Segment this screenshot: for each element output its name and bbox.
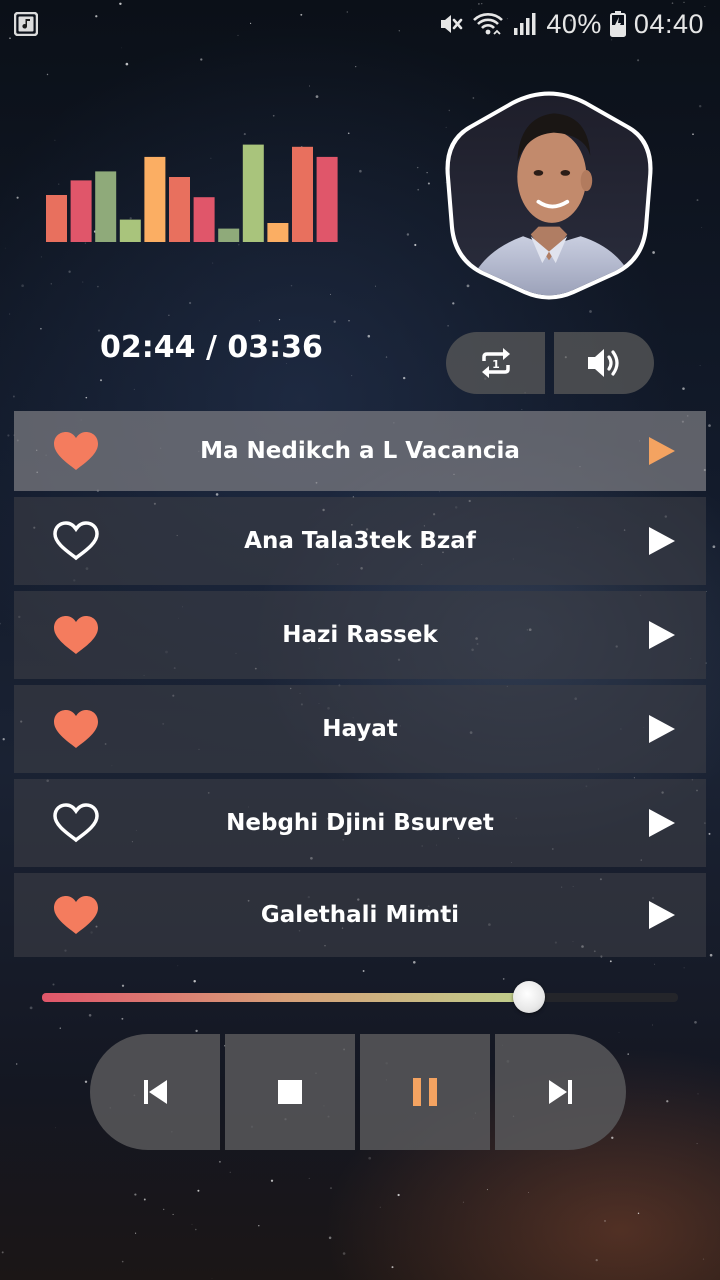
equalizer-bar — [144, 156, 166, 242]
play-icon[interactable] — [648, 808, 676, 838]
status-icons: 40% 04:40 — [438, 8, 704, 40]
equalizer-bar — [119, 219, 141, 242]
heart-filled-icon[interactable] — [52, 615, 100, 655]
song-title: Galethali Mimti — [260, 902, 460, 928]
playlist-item[interactable]: Galethali Mimti — [14, 873, 706, 957]
wifi-icon — [473, 13, 504, 35]
equalizer-bar — [70, 180, 92, 242]
equalizer-bar — [316, 156, 338, 242]
battery-percentage: 40% — [546, 8, 602, 39]
equalizer-bar — [169, 177, 190, 242]
battery-charging-icon — [609, 11, 626, 37]
equalizer-bar — [242, 144, 264, 242]
playlist-item[interactable]: Hayat — [14, 685, 706, 773]
playlist-item[interactable]: Nebghi Djini Bsurvet — [14, 779, 706, 867]
stop-icon — [278, 1080, 302, 1104]
progress-thumb[interactable] — [513, 981, 546, 1013]
previous-icon — [144, 1080, 167, 1104]
pause-button[interactable] — [360, 1034, 490, 1150]
playlist-item[interactable]: Ana Tala3tek Bzaf — [14, 497, 706, 585]
heart-filled-icon[interactable] — [52, 431, 100, 471]
time-display: 02:44 / 03:36 — [100, 330, 323, 365]
song-title: Ma Nedikch a L Vacancia — [200, 438, 520, 464]
playlist-item[interactable]: Ma Nedikch a L Vacancia — [14, 411, 706, 491]
equalizer-visualizer — [46, 144, 338, 242]
heart-outline-icon[interactable] — [52, 521, 100, 561]
equalizer-bar — [267, 223, 289, 242]
music-note-icon — [14, 12, 38, 36]
signal-icon — [514, 13, 536, 35]
heart-outline-icon[interactable] — [52, 803, 100, 843]
equalizer-bar — [95, 171, 117, 242]
status-bar: 40% 04:40 — [0, 0, 720, 48]
volume-button[interactable] — [554, 332, 654, 394]
play-icon[interactable] — [648, 900, 676, 930]
heart-filled-icon[interactable] — [52, 709, 100, 749]
pause-icon — [413, 1078, 437, 1106]
song-title: Nebghi Djini Bsurvet — [226, 810, 494, 836]
svg-text:1: 1 — [492, 358, 500, 371]
next-icon — [548, 1080, 572, 1104]
song-title: Ana Tala3tek Bzaf — [244, 528, 476, 554]
song-title: Hayat — [322, 716, 398, 742]
volume-icon — [588, 349, 619, 377]
play-icon[interactable] — [648, 436, 676, 466]
equalizer-bar — [46, 195, 67, 242]
status-time: 04:40 — [633, 8, 704, 39]
repeat-one-icon: 1 — [481, 348, 510, 378]
artist-avatar — [445, 91, 653, 300]
stop-button[interactable] — [225, 1034, 355, 1150]
equalizer-bar — [218, 228, 240, 242]
next-button[interactable] — [495, 1034, 626, 1150]
repeat-one-button[interactable]: 1 — [446, 332, 545, 394]
progress-fill — [42, 993, 530, 1002]
equalizer-bar — [292, 146, 313, 242]
play-icon[interactable] — [648, 620, 676, 650]
previous-button[interactable] — [90, 1034, 220, 1150]
transport-controls — [90, 1034, 626, 1150]
play-icon[interactable] — [648, 526, 676, 556]
play-icon[interactable] — [648, 714, 676, 744]
mute-icon — [441, 15, 463, 33]
song-title: Hazi Rassek — [282, 622, 438, 648]
heart-filled-icon[interactable] — [52, 895, 100, 935]
playlist-item[interactable]: Hazi Rassek — [14, 591, 706, 679]
equalizer-bar — [193, 197, 215, 242]
progress-slider[interactable] — [42, 981, 678, 1013]
